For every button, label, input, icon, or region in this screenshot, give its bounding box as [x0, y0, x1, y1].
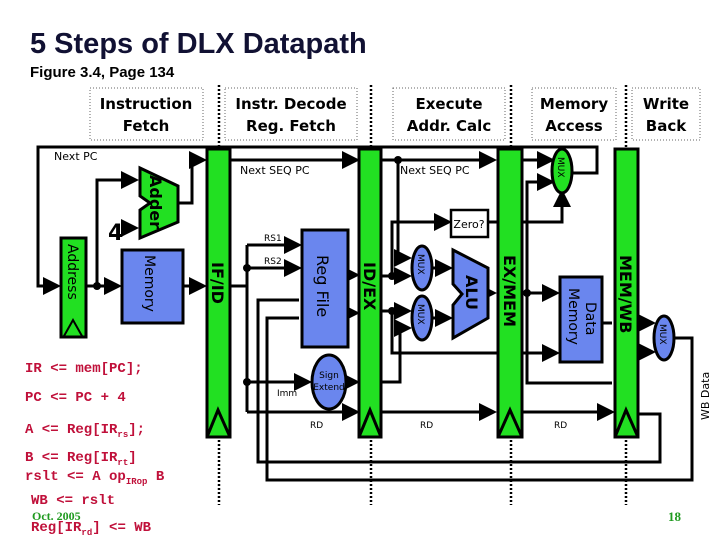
mux-b-label: MUX — [415, 304, 425, 325]
stage-id-line1: Instr. Decode — [235, 95, 346, 113]
rd-label-3: RD — [554, 421, 567, 431]
wb-mux: MUX — [652, 314, 676, 362]
data-label: Data — [582, 302, 598, 335]
if-id-label: IF/ID — [208, 262, 227, 304]
alu-label: ALU — [462, 275, 481, 310]
page-number: 18 — [668, 509, 682, 524]
code-line-4: B <= Reg[IRrt] — [25, 450, 137, 468]
extend-label: Extend — [313, 383, 345, 393]
instruction-memory-label: Memory — [141, 255, 157, 312]
mem-wb-register: MEM/WB — [613, 147, 640, 439]
pc-mux-label: MUX — [555, 157, 565, 178]
stage-id-line2: Reg. Fetch — [246, 117, 336, 135]
wb-mux-label: MUX — [657, 324, 667, 345]
code-line-6: WB <= rslt — [31, 493, 115, 509]
stage-wb-line2: Back — [646, 117, 687, 135]
instruction-memory: Memory — [120, 248, 185, 325]
rs2-label: RS2 — [264, 257, 282, 267]
datapath-diagram: 5 Steps of DLX Datapath Figure 3.4, Page… — [25, 28, 712, 538]
rd-label-1: RD — [310, 421, 323, 431]
mem-wb-label: MEM/WB — [616, 255, 635, 333]
stage-ex-line1: Execute — [415, 95, 482, 113]
zero-detect: Zero? — [449, 208, 490, 239]
stage-if-line2: Fetch — [123, 117, 170, 135]
rs1-label: RS1 — [264, 234, 282, 244]
next-pc-label: Next PC — [54, 150, 98, 163]
data-memory: Data Memory — [558, 275, 604, 364]
reg-file-label: Reg File — [313, 255, 332, 317]
next-seq-pc-label-1: Next SEQ PC — [240, 164, 310, 177]
stage-wb-line1: Write — [643, 95, 689, 113]
code-line-1: IR <= mem[PC]; — [25, 361, 143, 377]
adder: Adder — [138, 165, 180, 241]
imm-label: Imm — [277, 389, 297, 399]
ex-mem-register: EX/MEM — [496, 147, 524, 439]
pc-address-register: Address — [59, 236, 88, 339]
id-ex-label: ID/EX — [360, 262, 379, 311]
constant-four: 4 — [108, 221, 123, 246]
sign-label: Sign — [319, 371, 339, 381]
data-memory-label: Memory — [565, 288, 581, 345]
code-line-5: rslt <= A opIRop B — [25, 469, 165, 487]
sign-extend: Sign Extend — [310, 353, 348, 411]
alu-mux-a: MUX — [410, 244, 434, 292]
code-line-3: A <= Reg[IRrs]; — [25, 422, 145, 440]
adder-label: Adder — [146, 175, 165, 229]
pc-mux: MUX — [550, 147, 574, 195]
zero-label: Zero? — [453, 218, 484, 231]
alu-mux-b: MUX — [410, 294, 434, 342]
stage-mem-line2: Access — [545, 117, 602, 135]
code-line-2: PC <= PC + 4 — [25, 390, 126, 406]
address-label: Address — [64, 244, 80, 300]
slide-subtitle: Figure 3.4, Page 134 — [30, 64, 175, 81]
stage-if-line1: Instruction — [100, 95, 193, 113]
ex-mem-label: EX/MEM — [500, 255, 519, 327]
stage-mem-line1: Memory — [540, 95, 608, 113]
register-file: Reg File — [300, 228, 350, 349]
id-ex-register: ID/EX — [357, 147, 383, 439]
stage-ex-line2: Addr. Calc — [407, 117, 491, 135]
wb-data-label: WB Data — [699, 372, 712, 420]
footer-date: Oct. 2005 — [32, 509, 81, 523]
rd-label-2: RD — [420, 421, 433, 431]
slide-title: 5 Steps of DLX Datapath — [30, 28, 367, 60]
next-seq-pc-label-2: Next SEQ PC — [400, 164, 470, 177]
if-id-register: IF/ID — [205, 147, 232, 439]
alu: ALU — [451, 247, 490, 341]
mux-a-label: MUX — [415, 254, 425, 275]
stage-headers: Instruction Fetch Instr. Decode Reg. Fet… — [89, 87, 701, 141]
